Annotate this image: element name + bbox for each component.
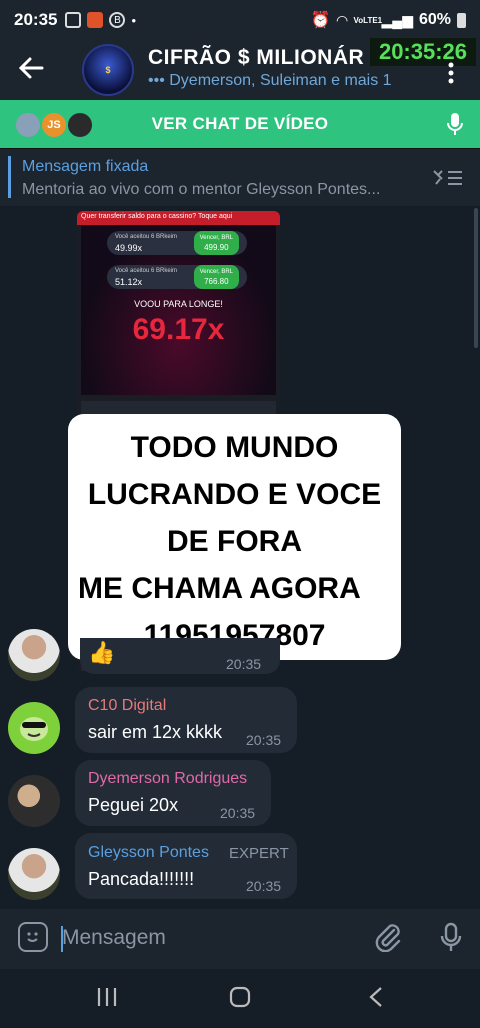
message-text: sair em 12x kkkk bbox=[88, 722, 223, 742]
overlay-line: LUCRANDO E VOCE bbox=[87, 478, 382, 511]
message-time: 20:35 bbox=[246, 732, 282, 748]
participant-avatar bbox=[14, 111, 42, 139]
sender-name[interactable]: Dyemerson Rodrigues bbox=[88, 770, 247, 788]
recents-button[interactable] bbox=[96, 986, 118, 1015]
message-time: 20:35 bbox=[220, 805, 256, 821]
win-badge: Vencer, BRL 499.90 bbox=[193, 231, 239, 255]
bet-multiplier: 51.12x bbox=[115, 277, 143, 287]
flew-away-text: VOOU PARA LONGE! bbox=[134, 299, 223, 309]
message-time: 20:35 bbox=[246, 878, 282, 894]
avatar[interactable] bbox=[8, 848, 60, 900]
game-screen: Você aceitou 6 BRkeim 49.99x Vencer, BRL… bbox=[81, 225, 276, 395]
alarm-icon: ⏰ bbox=[310, 12, 331, 29]
pinned-text: Mentoria ao vivo com o mentor Gleysson P… bbox=[22, 181, 381, 198]
media-banner: Quer transferir saldo para o cassino? To… bbox=[77, 211, 280, 225]
overlay-line: TODO MUNDO bbox=[130, 431, 339, 464]
sender-name[interactable]: Gleysson Pontes bbox=[88, 844, 209, 862]
sticker-emoji-icon[interactable] bbox=[18, 922, 48, 952]
group-avatar[interactable]: $ bbox=[82, 44, 134, 96]
chat-title[interactable]: CIFRÃO $ MILIONÁR bbox=[148, 46, 364, 70]
win-value: 499.90 bbox=[204, 243, 229, 252]
scrollbar[interactable] bbox=[474, 208, 478, 348]
message-input[interactable]: Mensagem bbox=[62, 926, 166, 950]
win-label: Vencer, BRL bbox=[199, 269, 233, 275]
overlay-line: ME CHAMA AGORA bbox=[78, 572, 361, 605]
participant-avatar-initials: JS bbox=[40, 111, 68, 139]
attach-icon[interactable] bbox=[374, 922, 402, 959]
pinned-indicator bbox=[8, 156, 11, 198]
thumbs-up-icon[interactable]: 👍 bbox=[88, 640, 115, 666]
message-text: Peguei 20x bbox=[88, 795, 179, 815]
status-time: 20:35 bbox=[14, 10, 58, 29]
microphone-icon[interactable] bbox=[446, 112, 464, 136]
b-icon: B bbox=[109, 12, 126, 28]
win-label: Vencer, BRL bbox=[199, 235, 233, 241]
battery-icon bbox=[457, 12, 466, 28]
overlay-text-box: TODO MUNDO LUCRANDO E VOCE DE FORA ME CH… bbox=[68, 414, 401, 660]
menu-dots-icon[interactable] bbox=[448, 62, 454, 88]
pinned-title: Mensagem fixada bbox=[22, 158, 149, 175]
win-value: 766.80 bbox=[204, 277, 229, 286]
screen-record-icon bbox=[65, 12, 82, 28]
network-label: VoLTE1 bbox=[353, 15, 383, 25]
wifi-icon: ◠ bbox=[336, 11, 348, 28]
participant-avatar bbox=[66, 111, 94, 139]
recording-timer: 20:35:26 bbox=[370, 38, 476, 66]
avatar[interactable] bbox=[8, 775, 60, 827]
message-time: 20:35 bbox=[226, 656, 262, 672]
voice-message-icon[interactable] bbox=[440, 922, 462, 951]
avatar[interactable] bbox=[8, 629, 60, 681]
home-button[interactable] bbox=[229, 986, 251, 1015]
bet-row: Você aceitou 6 BRkeim 51.12x Vencer, BRL… bbox=[107, 265, 247, 289]
battery-label: 60% bbox=[418, 11, 451, 28]
sender-name[interactable]: C10 Digital bbox=[88, 697, 166, 715]
overlay-line: DE FORA bbox=[167, 525, 302, 558]
expert-badge: EXPERT bbox=[229, 845, 289, 862]
bet-multiplier: 49.99x bbox=[115, 243, 143, 253]
bet-row: Você aceitou 6 BRkeim 49.99x Vencer, BRL… bbox=[107, 231, 247, 255]
avatar[interactable] bbox=[8, 702, 60, 754]
dot-icon: • bbox=[131, 12, 137, 28]
chat-subtitle[interactable]: ••• Dyemerson, Suleiman e mais 1 bbox=[148, 72, 392, 90]
win-badge: Vencer, BRL 766.80 bbox=[193, 265, 239, 289]
crash-multiplier: 69.17x bbox=[132, 313, 225, 346]
bet-label: Você aceitou 6 BRkeim bbox=[115, 268, 178, 274]
pin-list-icon[interactable] bbox=[432, 168, 464, 194]
message-text: Pancada!!!!!!! bbox=[88, 869, 195, 889]
bet-label: Você aceitou 6 BRkeim bbox=[115, 234, 178, 240]
status-bar: 20:35 B • ⏰ ◠ VoLTE1 ▂▄▆ 60% bbox=[0, 0, 480, 40]
signal-icon: ▂▄▆ bbox=[381, 11, 413, 28]
app-icon bbox=[87, 12, 104, 28]
back-arrow-icon[interactable] bbox=[18, 55, 44, 87]
back-button[interactable] bbox=[368, 986, 384, 1015]
